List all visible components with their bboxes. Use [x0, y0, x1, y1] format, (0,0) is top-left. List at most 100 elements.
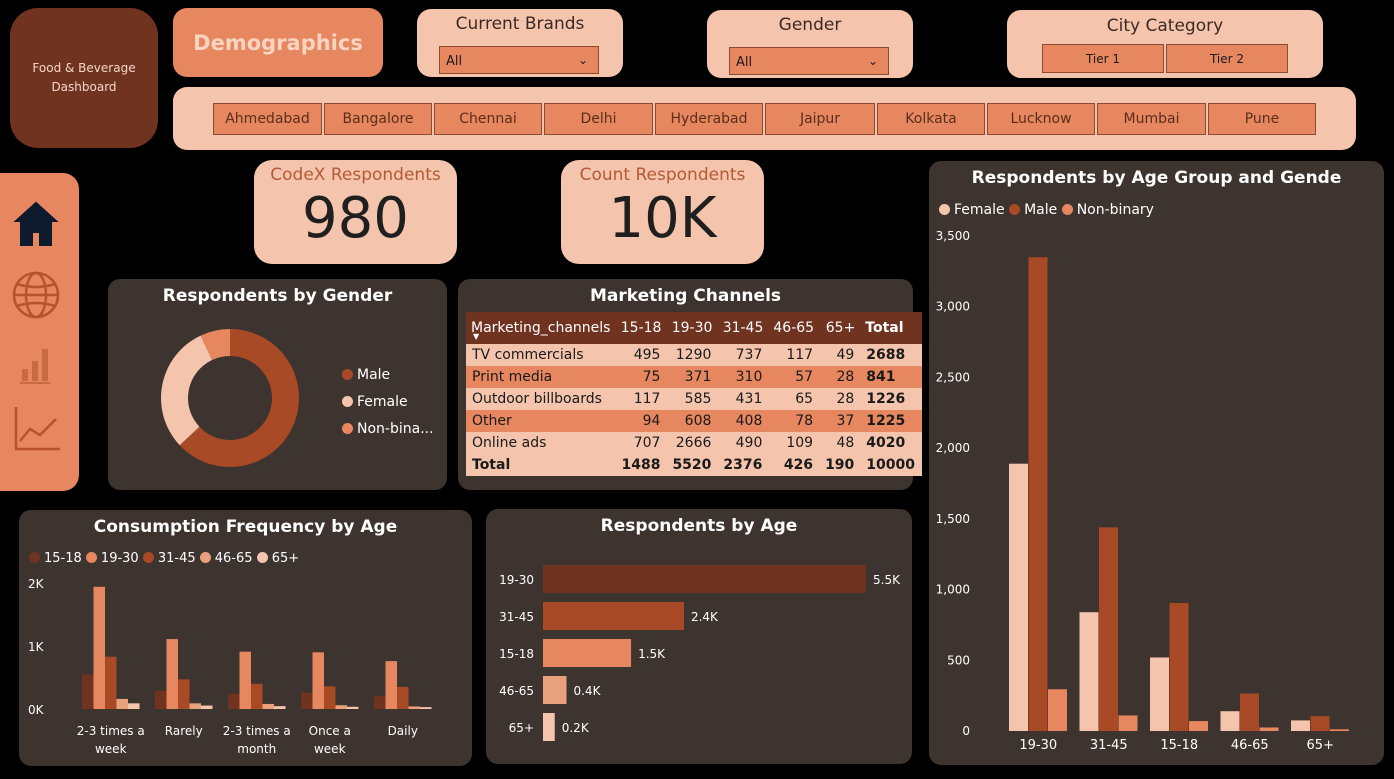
city-button-lucknow[interactable]: Lucknow: [987, 103, 1095, 135]
legend-male[interactable]: Male: [342, 362, 434, 389]
column-header[interactable]: Total: [860, 312, 923, 344]
table-cell: Total: [466, 454, 616, 476]
bar-female-65+[interactable]: [1291, 720, 1310, 731]
bar-female-19-30[interactable]: [1009, 463, 1028, 731]
bar-19-30-2[interactable]: [239, 651, 252, 709]
city-button-delhi[interactable]: Delhi: [544, 103, 653, 135]
column-header[interactable]: 46-65: [768, 312, 820, 344]
table-cell: 10000: [860, 454, 923, 476]
bar-female-46-65[interactable]: [1220, 711, 1240, 731]
table-row[interactable]: TV commercials 495 1290 737 117 49 2688: [466, 344, 923, 366]
bar-19-30-0[interactable]: [93, 586, 106, 709]
gender-dropdown[interactable]: All ⌄: [729, 47, 889, 75]
age-panel: Respondents by Age 19-30 5.5K 31-45 2.4K 15-…: [486, 509, 912, 764]
city-button-hyderabad[interactable]: Hyderabad: [655, 103, 763, 135]
line-chart-icon[interactable]: [14, 407, 60, 451]
table-row[interactable]: Print media 75 371 310 57 28 841: [466, 366, 923, 388]
home-icon[interactable]: [13, 201, 59, 246]
table-row[interactable]: Online ads 707 2666 490 109 48 4020: [466, 432, 923, 454]
bar-male-65+[interactable]: [1310, 716, 1330, 731]
bar-65+-1[interactable]: [201, 705, 213, 709]
bar-65+-4[interactable]: [420, 707, 432, 709]
x-tick-label: 15-18: [1160, 738, 1198, 753]
bar-non-binary-46-65[interactable]: [1259, 727, 1279, 731]
bar-age-46-65[interactable]: [543, 676, 567, 704]
bar-19-30-3[interactable]: [312, 652, 325, 709]
y-tick-label: 500: [947, 653, 970, 667]
tier-2-button[interactable]: Tier 2: [1166, 44, 1288, 73]
bar-female-15-18[interactable]: [1150, 657, 1169, 731]
bar-non-binary-19-30[interactable]: [1048, 689, 1067, 731]
bar-31-45-0[interactable]: [105, 656, 117, 709]
bar-46-65-4[interactable]: [408, 706, 421, 709]
bar-19-30-1[interactable]: [166, 639, 179, 709]
bar-31-45-1[interactable]: [178, 679, 190, 709]
y-tick-label: 3,000: [936, 300, 970, 314]
count-respondents-card: Count Respondents 10K: [561, 160, 764, 264]
x-tick-label: month: [237, 742, 276, 756]
city-button-pune[interactable]: Pune: [1208, 103, 1316, 135]
bar-age-31-45[interactable]: [543, 602, 684, 630]
x-tick-label: week: [95, 742, 127, 756]
marketing-table: Marketing_channels ▼ 15-18 19-30 31-45 46…: [466, 312, 923, 476]
legend-female[interactable]: Female: [342, 389, 434, 416]
city-button-kolkata[interactable]: Kolkata: [877, 103, 985, 135]
bar-46-65-3[interactable]: [335, 705, 348, 709]
table-cell: 707: [615, 432, 667, 454]
column-header[interactable]: Marketing_channels ▼: [466, 312, 616, 344]
bar-female-31-45[interactable]: [1079, 612, 1099, 731]
bar-65+-3[interactable]: [347, 706, 359, 709]
bar-age-65+[interactable]: [543, 713, 555, 741]
table-cell: 117: [615, 388, 667, 410]
column-header[interactable]: 65+: [819, 312, 861, 344]
city-button-chennai[interactable]: Chennai: [434, 103, 542, 135]
table-cell: 2376: [717, 454, 769, 476]
city-button-jaipur[interactable]: Jaipur: [765, 103, 875, 135]
bar-chart-icon[interactable]: [20, 349, 50, 384]
bar-male-46-65[interactable]: [1240, 693, 1259, 731]
bar-15-18-3[interactable]: [301, 692, 313, 709]
tier-1-button[interactable]: Tier 1: [1042, 44, 1164, 73]
legend-nonbinary[interactable]: Non-bina...: [342, 416, 434, 443]
logo-line-2: Dashboard: [51, 80, 117, 94]
bar-male-31-45[interactable]: [1099, 527, 1118, 731]
bar-15-18-4[interactable]: [374, 695, 386, 709]
bar-15-18-0[interactable]: [82, 674, 94, 709]
bar-male-15-18[interactable]: [1169, 603, 1189, 731]
bar-non-binary-65+[interactable]: [1330, 729, 1349, 731]
bar-age-15-18[interactable]: [543, 639, 632, 667]
bar-31-45-3[interactable]: [324, 686, 336, 709]
bar-31-45-4[interactable]: [397, 686, 409, 709]
bar-19-30-4[interactable]: [385, 661, 398, 709]
column-header[interactable]: 19-30: [666, 312, 718, 344]
y-tick-label: 2,000: [936, 441, 970, 455]
bar-non-binary-15-18[interactable]: [1189, 721, 1208, 731]
demographics-button[interactable]: Demographics: [173, 8, 383, 77]
bar-31-45-2[interactable]: [251, 683, 263, 709]
bar-male-19-30[interactable]: [1028, 257, 1048, 731]
bar-age-19-30[interactable]: [543, 565, 866, 593]
brands-dropdown[interactable]: All ⌄: [439, 46, 599, 74]
bar-15-18-1[interactable]: [155, 690, 167, 709]
bar-15-18-2[interactable]: [228, 693, 240, 709]
donut-slice-female[interactable]: [161, 335, 213, 446]
bar-non-binary-31-45[interactable]: [1118, 715, 1138, 731]
brands-slicer-title: Current Brands: [455, 14, 585, 34]
data-label: 0.4K: [573, 684, 601, 698]
column-header[interactable]: 15-18: [615, 312, 667, 344]
table-row[interactable]: Other 94 608 408 78 37 1225: [466, 410, 923, 432]
column-header[interactable]: 31-45: [717, 312, 769, 344]
city-button-ahmedabad[interactable]: Ahmedabad: [213, 103, 322, 135]
city-button-bangalore[interactable]: Bangalore: [324, 103, 432, 135]
city-button-mumbai[interactable]: Mumbai: [1097, 103, 1206, 135]
table-row[interactable]: Outdoor billboards 117 585 431 65 28 1226: [466, 388, 923, 410]
bar-46-65-2[interactable]: [262, 703, 275, 709]
globe-icon[interactable]: [12, 271, 60, 319]
gender-legend: Male Female Non-bina...: [342, 362, 434, 443]
bar-46-65-1[interactable]: [189, 703, 202, 709]
data-label: 2.4K: [691, 610, 719, 624]
bar-46-65-0[interactable]: [116, 698, 129, 709]
bar-65+-2[interactable]: [274, 706, 286, 709]
y-tick-label: 1K: [28, 640, 45, 654]
bar-65+-0[interactable]: [128, 703, 140, 709]
